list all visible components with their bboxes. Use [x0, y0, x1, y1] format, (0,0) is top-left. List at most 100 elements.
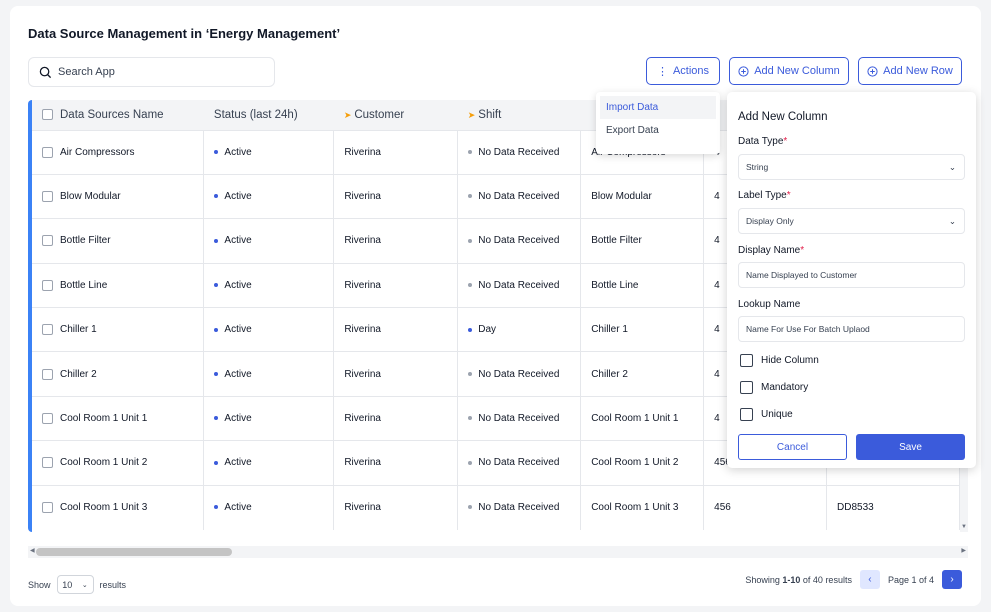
chevron-down-icon: ⌄ — [948, 215, 956, 226]
column-header-status[interactable]: Status (last 24h) — [204, 100, 334, 130]
menu-item-export-data[interactable]: Export Data — [600, 119, 716, 142]
add-column-panel: Add New Column Data Type* String ⌄ Label … — [727, 92, 976, 468]
status-dot-icon — [214, 194, 219, 199]
status-text: Active — [224, 146, 252, 158]
cell-shift: No Data Received — [457, 440, 582, 486]
data-type-label-text: Data Type — [738, 136, 784, 147]
save-button[interactable]: Save — [856, 434, 965, 460]
chevron-down-icon: ⌄ — [81, 581, 88, 589]
actions-dropdown-menu: Import Data Export Data — [596, 92, 720, 154]
cell-status: Active — [203, 263, 335, 308]
row-checkbox[interactable] — [42, 146, 53, 158]
search-box[interactable] — [28, 57, 275, 87]
cell-5: Bottle Filter — [580, 218, 705, 264]
row-checkbox[interactable] — [42, 502, 53, 513]
row-checkbox[interactable] — [42, 191, 53, 203]
column-header-customer[interactable]: ➤ Customer — [334, 100, 458, 130]
hide-column-checkbox[interactable]: Hide Column — [740, 354, 819, 367]
next-page-button[interactable]: › — [942, 570, 962, 589]
cell-6: 456 — [703, 485, 828, 530]
previous-page-button[interactable]: ‹ — [859, 570, 880, 589]
cell-customer: Riverina — [333, 263, 459, 308]
scroll-left-icon[interactable]: ◀ — [30, 547, 35, 554]
cell-status: Active — [203, 174, 335, 219]
row-checkbox[interactable] — [42, 412, 53, 424]
status-text: Active — [224, 191, 252, 203]
scroll-down-icon[interactable]: ▼ — [961, 524, 967, 530]
showing-text: Showing 1-10 of 40 results — [745, 575, 852, 585]
page-size-select[interactable]: 10 ⌄ — [56, 575, 94, 594]
row-checkbox[interactable] — [42, 279, 53, 291]
column-header-name[interactable]: Data Sources Name — [32, 100, 204, 130]
checkbox-box[interactable] — [740, 381, 753, 394]
data-source-name: Cool Room 1 Unit 3 — [60, 502, 148, 514]
shift-dot-icon — [468, 416, 473, 421]
status-dot-icon — [214, 416, 219, 421]
search-input[interactable] — [58, 66, 248, 78]
display-name-input[interactable]: Name Displayed to Customer — [738, 262, 965, 288]
add-row-button[interactable]: Add New Row — [858, 57, 962, 85]
cell-status: Active — [203, 130, 335, 175]
column-header-shift[interactable]: ➤ Shift — [458, 100, 581, 130]
cell-status: Active — [203, 440, 335, 486]
cell-customer: Riverina — [333, 440, 459, 486]
shift-text: No Data Received — [478, 413, 560, 425]
cell-5: Chiller 2 — [580, 351, 705, 397]
add-column-button[interactable]: Add New Column — [729, 57, 849, 85]
cell-name: Cool Room 1 Unit 1 — [32, 396, 205, 441]
checkbox-box[interactable] — [740, 354, 753, 367]
chevron-down-icon: ⌄ — [948, 161, 956, 172]
cell-5: Bottle Line — [580, 263, 705, 308]
header-label: Status (last 24h) — [213, 108, 298, 121]
cell-customer: Riverina — [333, 396, 459, 441]
header-label: Data Sources Name — [60, 108, 164, 121]
showing-suffix: of 40 results — [802, 574, 852, 585]
menu-item-import-data[interactable]: Import Data — [600, 96, 716, 119]
scroll-right-icon[interactable]: ▶ — [961, 547, 966, 554]
row-checkbox[interactable] — [42, 324, 53, 336]
cell-name: Bottle Line — [32, 263, 205, 308]
data-type-select[interactable]: String ⌄ — [738, 154, 965, 180]
horizontal-scrollbar[interactable]: ◀ ▶ — [28, 546, 968, 558]
unique-checkbox[interactable]: Unique — [740, 408, 793, 421]
page-label: Page 1 of 4 — [887, 574, 934, 585]
mandatory-checkbox[interactable]: Mandatory — [740, 381, 808, 394]
data-source-name: Bottle Filter — [60, 235, 111, 247]
shift-text: No Data Received — [478, 368, 560, 380]
shift-dot-icon — [468, 327, 473, 332]
cell-status: Active — [203, 485, 335, 530]
panel-title: Add New Column — [738, 111, 828, 123]
actions-button[interactable]: ⋮ Actions — [646, 57, 720, 85]
shift-text: No Data Received — [478, 457, 560, 469]
lookup-name-placeholder: Name For Use For Batch Uplaod — [746, 324, 870, 334]
select-all-checkbox[interactable] — [42, 109, 53, 121]
cell-5: Cool Room 1 Unit 3 — [580, 485, 705, 530]
checkbox-box[interactable] — [740, 408, 753, 421]
cell-customer: Riverina — [333, 485, 459, 530]
cell-customer: Riverina — [333, 174, 459, 219]
row-checkbox[interactable] — [42, 235, 53, 247]
cancel-button[interactable]: Cancel — [738, 434, 847, 460]
lookup-name-input[interactable]: Name For Use For Batch Uplaod — [738, 316, 965, 342]
shift-dot-icon — [468, 194, 473, 199]
cell-customer: Riverina — [333, 218, 459, 264]
scrollbar-thumb[interactable] — [36, 548, 232, 556]
required-mark: * — [783, 136, 788, 147]
main-card: Data Source Management in ‘Energy Manage… — [10, 6, 981, 606]
label-type-select[interactable]: Display Only ⌄ — [738, 208, 965, 234]
shift-text: No Data Received — [478, 146, 560, 158]
data-source-name: Blow Modular — [60, 191, 121, 203]
status-dot-icon — [214, 505, 219, 510]
display-name-label: Display Name* — [738, 245, 804, 256]
row-checkbox[interactable] — [42, 368, 53, 380]
cell-shift: No Data Received — [457, 351, 582, 397]
cell-shift: No Data Received — [457, 485, 582, 530]
label-type-value: Display Only — [746, 216, 794, 226]
cell-customer: Riverina — [333, 130, 459, 175]
checkbox-label: Hide Column — [761, 355, 819, 366]
row-checkbox[interactable] — [42, 457, 53, 469]
add-row-label: Add New Row — [883, 65, 953, 77]
table-row[interactable]: Cool Room 1 Unit 3 Active Riverina No Data … — [32, 485, 960, 530]
cell-shift: No Data Received — [457, 218, 582, 264]
add-column-label: Add New Column — [754, 65, 840, 77]
